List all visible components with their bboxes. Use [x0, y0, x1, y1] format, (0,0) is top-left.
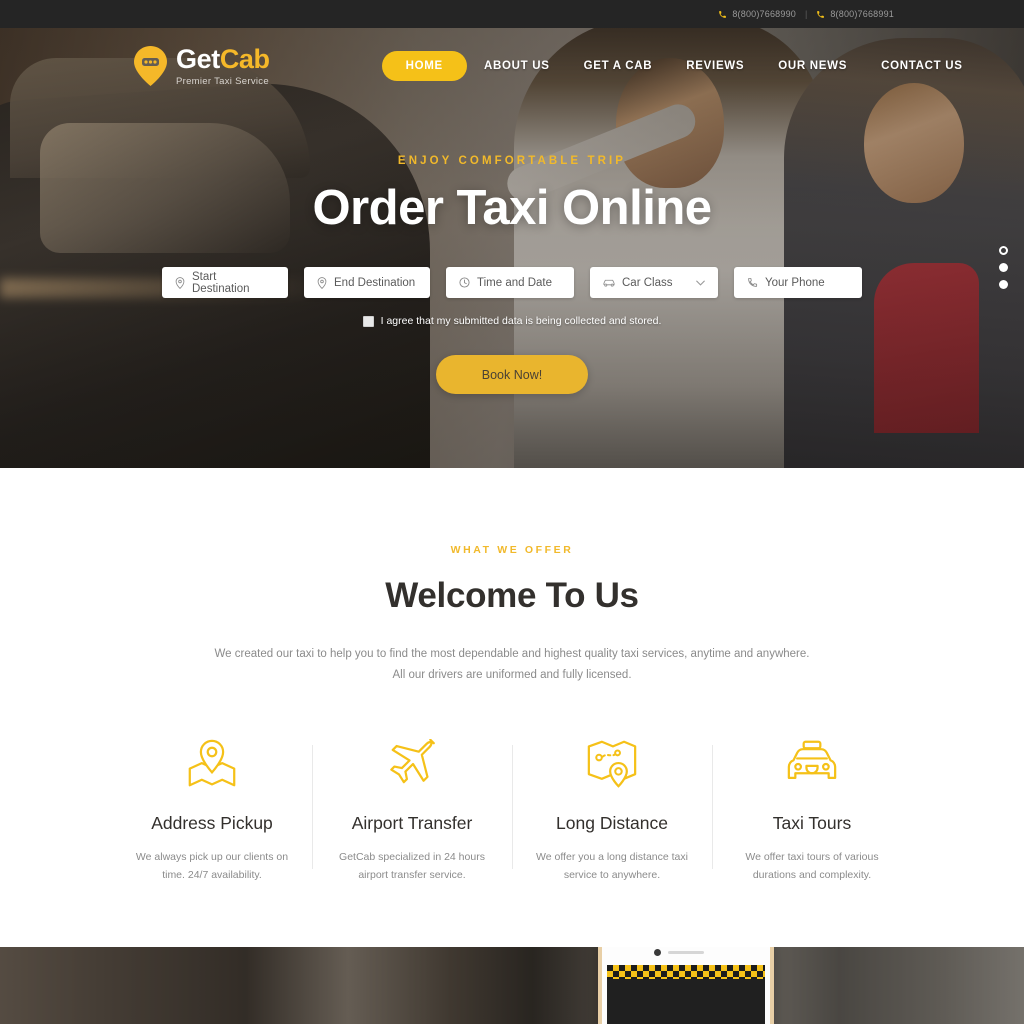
- map-route-icon: [586, 737, 638, 791]
- service-card-long-distance: Long Distance We offer you a long distan…: [512, 737, 712, 885]
- logo-text-primary: Get: [176, 43, 220, 74]
- page-root: 8(800)7668990 | 8(800)7668991 GetCab Pre…: [0, 0, 1024, 1024]
- service-card-description: We always pick up our clients on time. 2…: [135, 850, 289, 881]
- top-bar: 8(800)7668990 | 8(800)7668991: [0, 0, 1024, 28]
- welcome-description: We created our taxi to help you to find …: [214, 648, 810, 682]
- taxi-car-icon: [785, 737, 839, 791]
- slider-dot-1[interactable]: [999, 246, 1008, 255]
- topbar-phone-2[interactable]: 8(800)7668991: [816, 9, 894, 19]
- airplane-icon: [385, 737, 439, 791]
- end-destination-field[interactable]: End Destination: [304, 267, 430, 298]
- clock-icon: [459, 277, 470, 288]
- welcome-section: WHAT WE OFFER Welcome To Us We created o…: [0, 468, 1024, 947]
- your-phone-placeholder: Your Phone: [765, 276, 825, 289]
- mobile-app-section: [0, 947, 1024, 1024]
- site-header: GetCab Premier Taxi Service HOME ABOUT U…: [0, 28, 1024, 104]
- nav-item-about-us[interactable]: ABOUT US: [467, 51, 567, 81]
- welcome-title: Welcome To Us: [385, 576, 639, 615]
- phone-icon: [817, 10, 825, 18]
- hero-kicker: ENJOY COMFORTABLE TRIP: [397, 155, 627, 167]
- service-card-title: Address Pickup: [151, 812, 273, 833]
- booking-form: Start Destination End Destination Time a…: [162, 267, 862, 298]
- start-destination-field[interactable]: Start Destination: [162, 267, 288, 298]
- slider-dot-2[interactable]: [999, 263, 1008, 272]
- book-now-button[interactable]: Book Now!: [436, 355, 588, 394]
- nav-item-reviews[interactable]: REVIEWS: [669, 51, 761, 81]
- phone-camera-icon: [654, 949, 661, 956]
- nav-item-get-a-cab[interactable]: GET A CAB: [567, 51, 670, 81]
- phone-screen: [607, 965, 765, 1024]
- taxi-pin-logo-icon: [134, 46, 167, 86]
- service-card-taxi-tours: Taxi Tours We offer taxi tours of variou…: [712, 737, 912, 885]
- end-destination-placeholder: End Destination: [334, 276, 416, 289]
- nav-item-home[interactable]: HOME: [381, 51, 467, 81]
- service-card-title: Taxi Tours: [772, 812, 852, 833]
- car-icon: [603, 279, 615, 287]
- service-card-address-pickup: Address Pickup We always pick up our cli…: [112, 737, 312, 885]
- logo-text-accent: Cab: [219, 43, 270, 74]
- car-class-select[interactable]: Car Class: [590, 267, 718, 298]
- service-card-airport-transfer: Airport Transfer GetCab specialized in 2…: [312, 737, 512, 885]
- service-card-description: We offer taxi tours of various durations…: [745, 850, 879, 881]
- map-pin-icon: [317, 276, 327, 289]
- map-pin-icon: [175, 276, 185, 289]
- start-destination-placeholder: Start Destination: [192, 270, 250, 295]
- topbar-phone-2-number: 8(800)7668991: [830, 9, 894, 19]
- topbar-phone-separator: |: [805, 9, 808, 19]
- slider-dot-3[interactable]: [999, 280, 1008, 289]
- topbar-phone-list: 8(800)7668990 | 8(800)7668991: [718, 9, 894, 19]
- services-card-list: Address Pickup We always pick up our cli…: [112, 737, 912, 885]
- your-phone-field[interactable]: Your Phone: [734, 267, 862, 298]
- agreement-checkbox[interactable]: [362, 315, 374, 327]
- map-pin-pickup-icon: [186, 737, 238, 791]
- site-logo[interactable]: GetCab Premier Taxi Service: [134, 43, 270, 87]
- agreement-row: I agree that my submitted data is being …: [362, 315, 662, 327]
- logo-tagline: Premier Taxi Service: [176, 75, 269, 87]
- welcome-kicker: WHAT WE OFFER: [450, 544, 574, 556]
- service-card-title: Long Distance: [556, 812, 668, 833]
- agreement-label: I agree that my submitted data is being …: [380, 315, 662, 327]
- chevron-down-icon: [696, 280, 705, 286]
- taxi-checker-pattern: [607, 965, 765, 979]
- nav-item-contact-us[interactable]: CONTACT US: [864, 51, 980, 81]
- service-card-description: GetCab specialized in 24 hours airport t…: [339, 850, 485, 881]
- topbar-phone-1-number: 8(800)7668990: [732, 9, 796, 19]
- phone-icon: [719, 10, 727, 18]
- car-class-placeholder: Car Class: [622, 276, 673, 289]
- nav-item-our-news[interactable]: OUR NEWS: [761, 51, 864, 81]
- phone-speaker-icon: [668, 951, 704, 954]
- time-and-date-field[interactable]: Time and Date: [446, 267, 574, 298]
- iphone-mockup: [598, 947, 774, 1024]
- logo-title: GetCab: [176, 43, 270, 74]
- hero-section: GetCab Premier Taxi Service HOME ABOUT U…: [0, 28, 1024, 468]
- city-overlay: [0, 947, 1024, 1024]
- topbar-phone-1[interactable]: 8(800)7668990: [718, 9, 796, 19]
- service-card-description: We offer you a long distance taxi servic…: [536, 850, 688, 881]
- time-and-date-placeholder: Time and Date: [477, 276, 552, 289]
- main-navigation: HOME ABOUT US GET A CAB REVIEWS OUR NEWS…: [381, 51, 980, 81]
- phone-icon: [748, 277, 758, 287]
- hero-title: Order Taxi Online: [312, 181, 712, 235]
- hero-slider-dots: [999, 246, 1008, 289]
- service-card-title: Airport Transfer: [351, 812, 473, 833]
